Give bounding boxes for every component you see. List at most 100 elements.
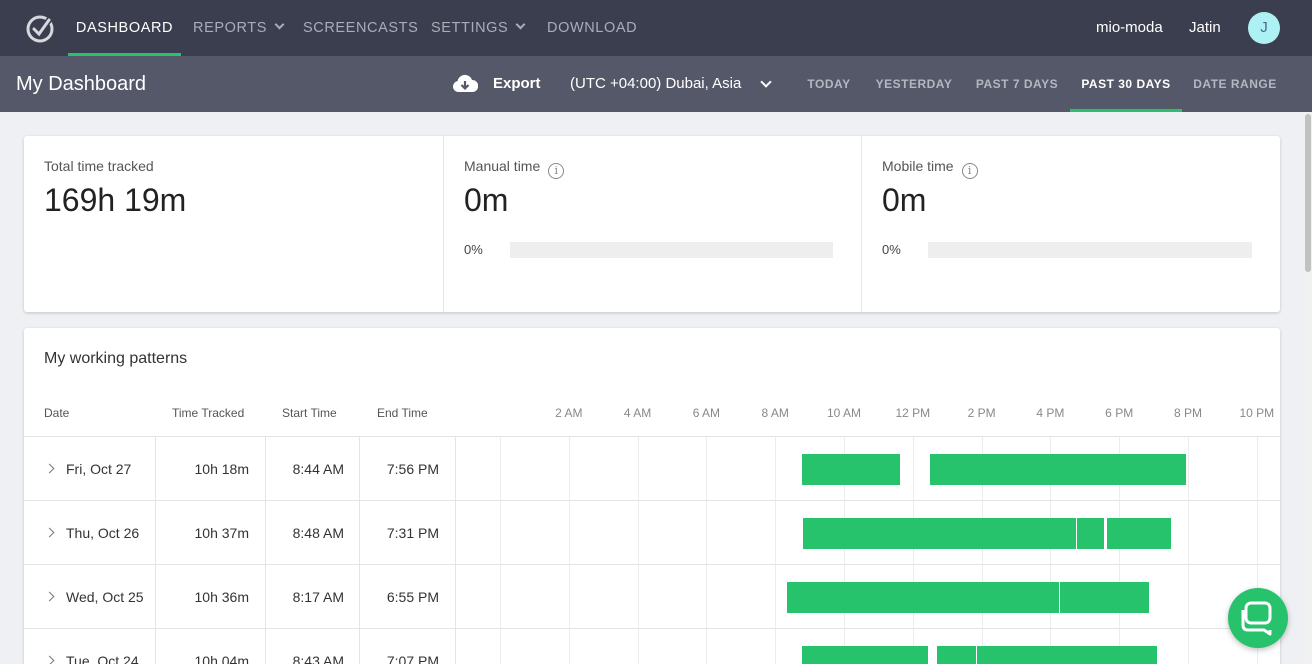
manual-progress-bar xyxy=(510,242,833,258)
total-time-label: Total time tracked xyxy=(44,158,154,174)
column-header-start-time[interactable]: Start Time xyxy=(282,406,337,420)
manual-time-stat: Manual time i 0m 0% xyxy=(444,136,861,312)
activity-segment[interactable] xyxy=(936,646,977,664)
row-date: Fri, Oct 27 xyxy=(66,461,132,477)
mobile-percent: 0% xyxy=(882,242,901,257)
working-patterns-title: My working patterns xyxy=(44,350,188,367)
nav-screencasts-label: SCREENCASTS xyxy=(303,20,419,36)
avatar[interactable]: J xyxy=(1248,12,1280,44)
mobile-time-value: 0m xyxy=(882,182,927,218)
range-past-30-days-label: PAST 30 DAYS xyxy=(1081,77,1171,91)
chevron-right-icon[interactable] xyxy=(44,655,55,664)
hour-label: 6 PM xyxy=(1105,406,1134,420)
cloud-download-icon xyxy=(452,74,478,92)
activity-segment[interactable] xyxy=(786,582,1059,613)
hour-label: 4 AM xyxy=(623,406,652,420)
total-time-value: 169h 19m xyxy=(44,182,187,218)
page-scrollbar[interactable] xyxy=(1304,112,1312,664)
activity-segment[interactable] xyxy=(801,454,901,485)
nav-reports[interactable]: REPORTS xyxy=(193,0,285,56)
export-label: Export xyxy=(493,75,541,92)
table-row[interactable]: Fri, Oct 27 10h 18m 8:44 AM 7:56 PM xyxy=(24,437,1280,501)
hour-label: 8 AM xyxy=(761,406,789,420)
range-past-7-days[interactable]: PAST 7 DAYS xyxy=(968,56,1066,112)
manual-time-value: 0m xyxy=(464,182,509,218)
timezone-select[interactable]: (UTC +04:00) Dubai, Asia xyxy=(570,56,741,112)
mobile-progress-bar xyxy=(928,242,1252,258)
activity-segment[interactable] xyxy=(1107,518,1171,549)
page-title: My Dashboard xyxy=(16,73,147,95)
row-time-tracked: 10h 04m xyxy=(194,653,249,664)
chevron-down-icon xyxy=(515,19,526,30)
nav-dashboard-label: DASHBOARD xyxy=(75,20,174,36)
hour-label: 10 AM xyxy=(826,406,862,420)
chevron-right-icon[interactable] xyxy=(44,591,55,602)
row-time-tracked: 10h 36m xyxy=(194,589,249,605)
column-header-time-tracked[interactable]: Time Tracked xyxy=(172,406,244,420)
activity-segment[interactable] xyxy=(1060,582,1150,613)
row-start-time: 8:17 AM xyxy=(292,589,344,605)
working-patterns-card: My working patterns Date Time Tracked St… xyxy=(24,328,1280,664)
chat-button[interactable] xyxy=(1228,588,1288,648)
hour-label: 4 PM xyxy=(1036,406,1065,420)
range-past-30-days[interactable]: PAST 30 DAYS xyxy=(1070,56,1182,112)
chevron-right-icon[interactable] xyxy=(44,527,55,538)
table-row[interactable]: Thu, Oct 26 10h 37m 8:48 AM 7:31 PM xyxy=(24,501,1280,565)
activity-segment[interactable] xyxy=(801,646,929,664)
mobile-time-label-wrap: Mobile time i xyxy=(882,158,978,179)
hour-label: 2 AM xyxy=(555,406,583,420)
column-header-date[interactable]: Date xyxy=(44,406,69,420)
dashboard-header: My Dashboard Export (UTC +04:00) Dubai, … xyxy=(0,56,1312,112)
activity-segment[interactable] xyxy=(977,646,1158,664)
activity-segment[interactable] xyxy=(930,454,1186,485)
row-date: Thu, Oct 26 xyxy=(66,525,140,541)
workspace-switcher[interactable]: mio-moda xyxy=(1096,0,1163,56)
row-start-time: 8:43 AM xyxy=(292,653,344,664)
chevron-right-icon[interactable] xyxy=(44,463,55,474)
row-date: Wed, Oct 25 xyxy=(66,589,144,605)
table-row[interactable]: Wed, Oct 25 10h 36m 8:17 AM 6:55 PM xyxy=(24,565,1280,629)
hour-label: 2 PM xyxy=(967,406,996,420)
mobile-time-label: Mobile time xyxy=(882,158,954,174)
row-end-time: 7:07 PM xyxy=(386,653,439,664)
column-header-end-time[interactable]: End Time xyxy=(377,406,428,420)
row-start-time: 8:44 AM xyxy=(292,461,344,477)
nav-download-label: DOWNLOAD xyxy=(547,20,638,36)
nav-settings-label: SETTINGS xyxy=(431,20,509,36)
activity-segment[interactable] xyxy=(803,518,1077,549)
nav-dashboard[interactable]: DASHBOARD xyxy=(68,0,181,56)
user-name[interactable]: Jatin xyxy=(1189,0,1221,56)
row-start-time: 8:48 AM xyxy=(292,525,344,541)
nav-reports-label: REPORTS xyxy=(193,20,268,36)
app-logo-icon[interactable] xyxy=(24,12,56,44)
active-underline xyxy=(1070,109,1182,112)
hour-label: 8 PM xyxy=(1173,406,1203,420)
row-end-time: 7:56 PM xyxy=(386,461,439,477)
row-end-time: 6:55 PM xyxy=(386,589,439,605)
table-row[interactable]: Tue, Oct 24 10h 04m 8:43 AM 7:07 PM xyxy=(24,629,1280,664)
manual-time-label-wrap: Manual time i xyxy=(464,158,565,179)
export-button[interactable]: Export xyxy=(452,56,541,112)
nav-screencasts[interactable]: SCREENCASTS xyxy=(303,0,418,56)
row-time-tracked: 10h 18m xyxy=(194,461,249,477)
nav-settings[interactable]: SETTINGS xyxy=(431,0,526,56)
range-today[interactable]: TODAY xyxy=(798,56,860,112)
mobile-time-stat: Mobile time i 0m 0% xyxy=(862,136,1280,312)
info-icon[interactable]: i xyxy=(548,163,565,179)
activity-segment[interactable] xyxy=(1077,518,1105,549)
manual-time-label: Manual time xyxy=(464,158,541,174)
row-date: Tue, Oct 24 xyxy=(66,653,139,664)
hour-label: 6 AM xyxy=(692,406,721,420)
info-icon[interactable]: i xyxy=(961,163,978,179)
hour-label: 10 PM xyxy=(1239,406,1275,420)
nav-download[interactable]: DOWNLOAD xyxy=(547,0,637,56)
chevron-down-icon[interactable] xyxy=(760,76,772,88)
scrollbar-thumb[interactable] xyxy=(1305,114,1311,272)
row-time-tracked: 10h 37m xyxy=(194,525,249,541)
total-time-stat: Total time tracked 169h 19m xyxy=(24,136,443,312)
chevron-down-icon xyxy=(274,19,285,30)
range-yesterday[interactable]: YESTERDAY xyxy=(872,56,956,112)
time-summary-card: Total time tracked 169h 19m Manual time i… xyxy=(24,136,1280,312)
chat-bubble-icon xyxy=(1241,601,1272,636)
range-date-range[interactable]: DATE RANGE xyxy=(1186,56,1284,112)
